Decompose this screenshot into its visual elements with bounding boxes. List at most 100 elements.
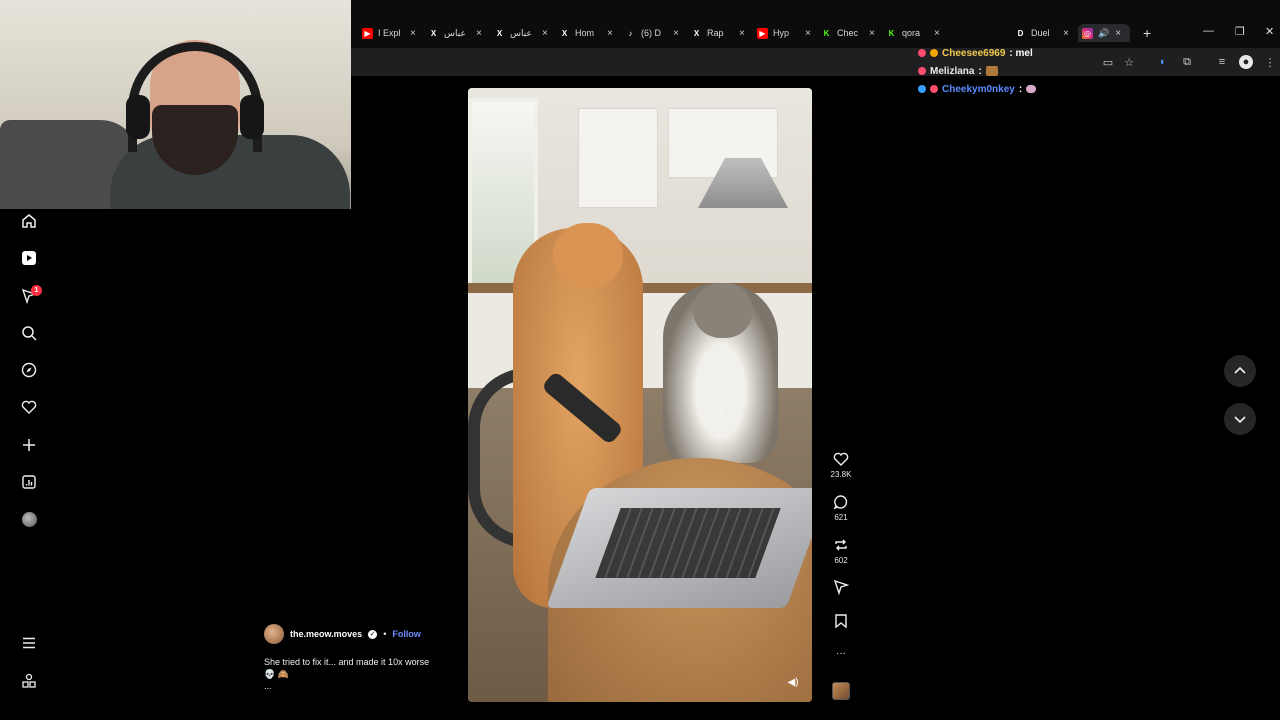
- tab-instagram-active[interactable]: ◎ 🔊 ×: [1078, 24, 1130, 42]
- mute-icon[interactable]: ◀): [786, 675, 800, 689]
- menu-kebab-icon[interactable]: ⋮: [1263, 55, 1277, 69]
- media-controls-icon[interactable]: ≡: [1215, 55, 1229, 69]
- chat-message: :: [1018, 83, 1023, 95]
- chat-badge-icon: [930, 85, 938, 93]
- close-window-icon[interactable]: ✕: [1265, 25, 1274, 38]
- audio-extension-icon[interactable]: ◖: [1155, 55, 1169, 69]
- browser-tab[interactable]: K Chec ×: [821, 24, 875, 42]
- browser-tab[interactable]: ♪ (6) D ×: [625, 24, 679, 42]
- browser-tab[interactable]: ▶ Hyp ×: [757, 24, 811, 42]
- search-icon[interactable]: [20, 324, 38, 342]
- profile-icon[interactable]: ●: [1239, 55, 1253, 69]
- bookmark-icon: [826, 612, 856, 630]
- close-tab-icon[interactable]: ×: [805, 28, 811, 39]
- like-button[interactable]: 23.8K: [826, 450, 856, 479]
- next-reel-button[interactable]: [1224, 403, 1256, 435]
- previous-reel-button[interactable]: [1224, 355, 1256, 387]
- author-username[interactable]: the.meow.moves: [290, 629, 362, 639]
- instagram-icon: ◎: [1082, 27, 1093, 39]
- close-tab-icon[interactable]: ×: [476, 28, 482, 39]
- also-from-meta-icon[interactable]: [20, 672, 38, 690]
- chat-message: : mel: [1009, 47, 1033, 59]
- extensions-icon[interactable]: ⧉: [1180, 55, 1194, 69]
- caption-text: She tried to fix it... and made it 10x w…: [264, 657, 430, 667]
- tab-title: Hom: [575, 28, 595, 38]
- browser-tab[interactable]: X عباس ×: [494, 24, 548, 42]
- x-icon: X: [693, 28, 700, 38]
- save-button[interactable]: [826, 612, 856, 630]
- like-count: 23.8K: [830, 470, 852, 479]
- tiktok-icon: ♪: [628, 28, 633, 38]
- browser-tab[interactable]: X عباس ×: [428, 24, 482, 42]
- d-icon: D: [1017, 28, 1024, 38]
- chat-badge-icon: [918, 49, 926, 57]
- repost-button[interactable]: 602: [826, 536, 856, 565]
- speaker-icon: 🔊: [1098, 27, 1110, 38]
- share-button[interactable]: [826, 578, 856, 596]
- minimize-icon[interactable]: —: [1203, 25, 1214, 37]
- browser-tab[interactable]: ▶ I Expl ×: [362, 24, 416, 42]
- chat-line: Melizlana :: [918, 62, 1118, 80]
- chat-message: :: [978, 65, 982, 77]
- stream-chat: Cheesee6969 : mel Melizlana : Cheekym0nk…: [918, 44, 1118, 98]
- kick-icon: K: [888, 28, 895, 38]
- laptop-keyboard: [595, 508, 781, 578]
- reel-caption: She tried to fix it... and made it 10x w…: [264, 656, 454, 692]
- chat-username: Cheesee6969: [942, 47, 1006, 59]
- create-plus-icon[interactable]: [20, 436, 38, 454]
- chat-badge-icon: [930, 49, 938, 57]
- browser-toolbar: [351, 48, 1280, 76]
- tab-title: عباس: [510, 27, 532, 38]
- heart-icon: [826, 450, 856, 468]
- explore-compass-icon[interactable]: [20, 361, 38, 379]
- comment-count: 621: [834, 513, 848, 522]
- more-menu-icon[interactable]: [20, 634, 38, 652]
- separator-dot: •: [383, 629, 387, 639]
- browser-tab[interactable]: X Rap ×: [691, 24, 745, 42]
- new-tab-button[interactable]: +: [1143, 25, 1151, 41]
- browser-tab[interactable]: Kqora ×: [886, 24, 940, 42]
- chat-line: Cheekym0nkey :: [918, 80, 1118, 98]
- close-tab-icon[interactable]: ×: [410, 28, 416, 39]
- reel-video[interactable]: [468, 88, 812, 702]
- chat-username: Melizlana: [930, 65, 975, 77]
- repost-count: 602: [834, 556, 848, 565]
- caption-more[interactable]: ...: [264, 680, 454, 692]
- hand-cursor-icon: ☝: [716, 406, 724, 420]
- chat-badge-icon: [918, 67, 926, 75]
- emote-icon: [985, 66, 998, 76]
- close-tab-icon[interactable]: ×: [607, 28, 613, 39]
- dashboard-icon[interactable]: [20, 473, 38, 491]
- browser-tab[interactable]: D Duel ×: [1015, 24, 1069, 42]
- follow-button[interactable]: Follow: [392, 629, 421, 639]
- close-tab-icon[interactable]: ×: [542, 28, 548, 39]
- audio-track-thumbnail[interactable]: [832, 682, 850, 700]
- bookmark-star-icon[interactable]: ☆: [1122, 55, 1136, 69]
- tab-title: qora: [902, 28, 921, 38]
- notifications-heart-icon[interactable]: [20, 398, 38, 416]
- tab-title: I Expl: [378, 28, 401, 38]
- close-tab-icon[interactable]: ×: [934, 28, 940, 39]
- chat-username: Cheekym0nkey: [942, 83, 1015, 95]
- kick-icon: K: [823, 28, 830, 38]
- comment-button[interactable]: 621: [826, 493, 856, 522]
- reels-icon[interactable]: [20, 249, 38, 267]
- restore-icon[interactable]: ❐: [1235, 25, 1245, 38]
- youtube-icon: ▶: [362, 27, 373, 39]
- more-options-button[interactable]: ···: [826, 648, 856, 659]
- tab-title: Duel: [1031, 28, 1050, 38]
- close-tab-icon[interactable]: ×: [1115, 28, 1121, 39]
- close-tab-icon[interactable]: ×: [1063, 28, 1069, 39]
- author-avatar[interactable]: [264, 624, 284, 644]
- youtube-icon: ▶: [757, 27, 768, 39]
- close-tab-icon[interactable]: ×: [739, 28, 745, 39]
- comment-icon: [826, 493, 856, 511]
- close-tab-icon[interactable]: ×: [673, 28, 679, 39]
- profile-avatar[interactable]: [22, 512, 37, 527]
- close-tab-icon[interactable]: ×: [869, 28, 875, 39]
- verified-badge-icon: ✓: [368, 629, 378, 639]
- home-icon[interactable]: [20, 212, 38, 230]
- chat-line: Cheesee6969 : mel: [918, 44, 1118, 62]
- tab-title: (6) D: [641, 28, 661, 38]
- browser-tab[interactable]: X Hom ×: [559, 24, 613, 42]
